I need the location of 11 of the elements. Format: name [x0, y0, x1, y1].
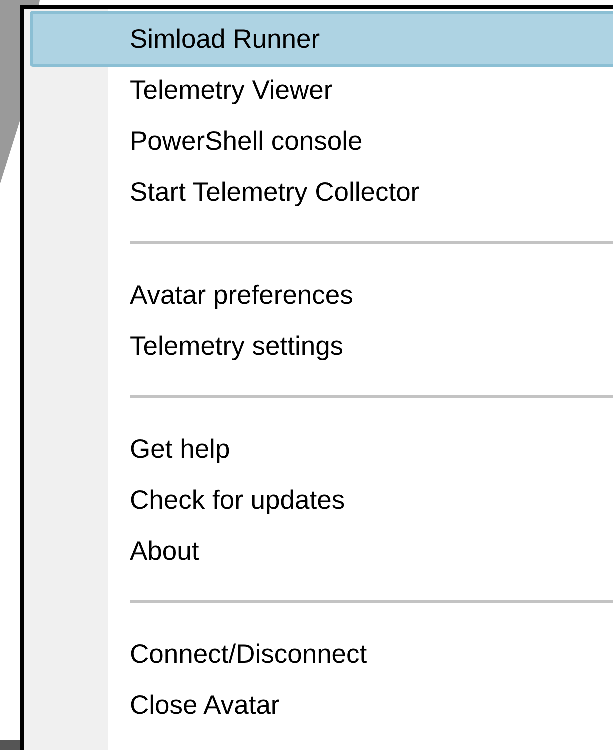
menu-item[interactable]: PowerShell console [24, 116, 613, 167]
menu-item[interactable]: Telemetry settings [24, 321, 613, 372]
menu-item[interactable]: Get help [24, 424, 613, 475]
menu-item[interactable]: Simload Runner [30, 11, 613, 67]
menu-item[interactable]: Avatar preferences [24, 270, 613, 321]
menu-item[interactable]: Connect/Disconnect [24, 629, 613, 680]
menu-item[interactable]: About [24, 526, 613, 577]
menu-item[interactable]: Close Avatar [24, 680, 613, 731]
menu-item[interactable]: Telemetry Viewer [24, 65, 613, 116]
menu-item[interactable]: Start Telemetry Collector [24, 167, 613, 218]
menu-item[interactable]: Check for updates [24, 475, 613, 526]
